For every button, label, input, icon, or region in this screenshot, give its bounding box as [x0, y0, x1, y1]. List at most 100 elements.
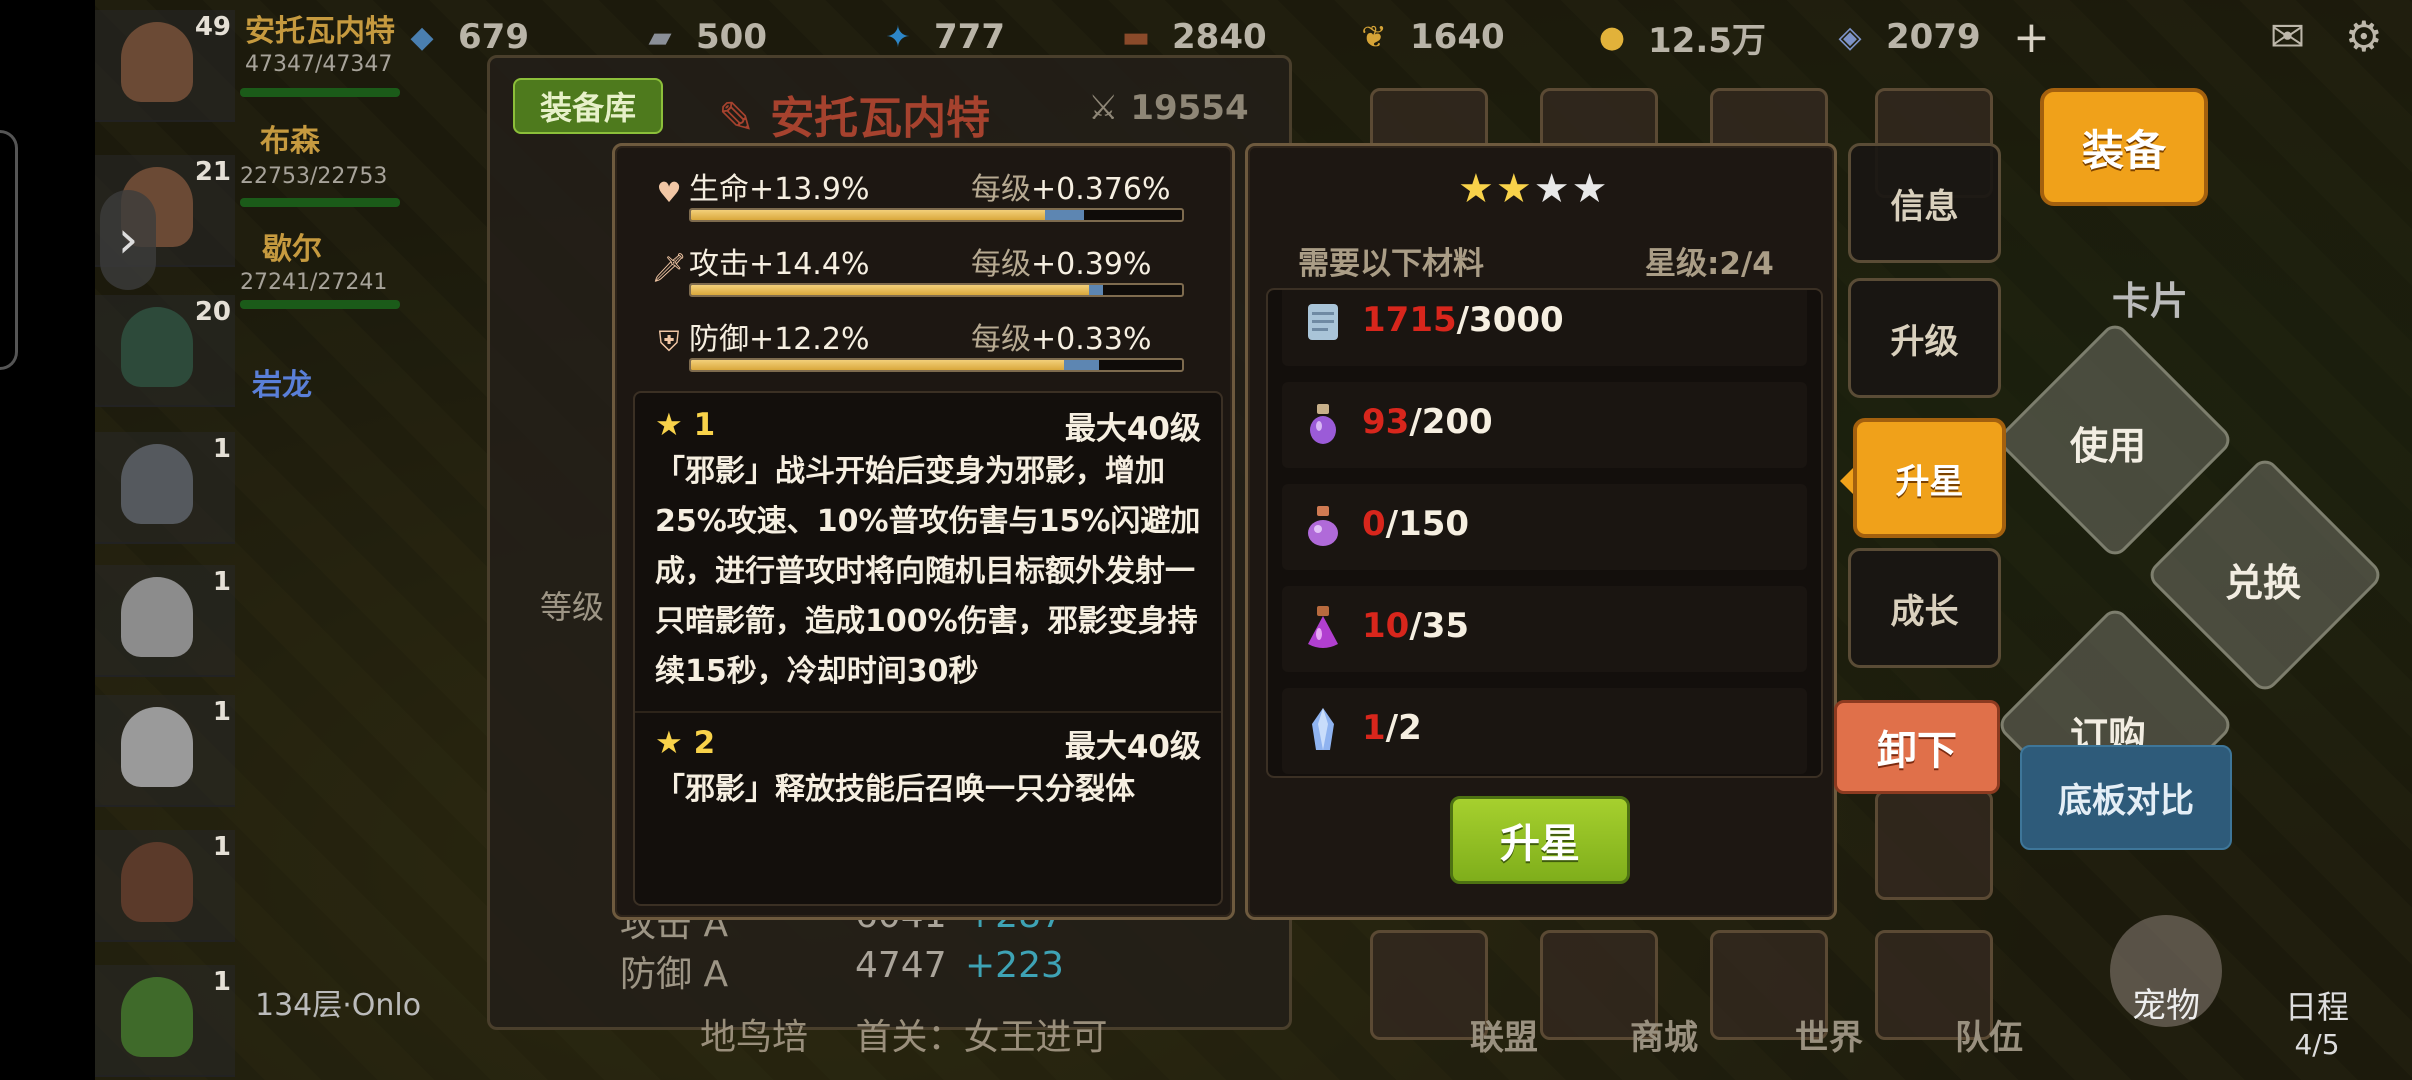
hero-slot[interactable]: 20 [95, 295, 235, 407]
material-have: 1715 [1362, 300, 1457, 340]
star-up-stats-panel: ♥ 生命+13.9% 每级+0.376% 🗡 攻击+14.4% 每级+0.39%… [612, 143, 1235, 920]
bg-defense-label: 防御 A [620, 954, 729, 995]
stat-name: 防御+12.2% [689, 314, 869, 358]
hero-hp: 47347/47347 [245, 52, 393, 77]
stat-label: 防御 [689, 322, 749, 357]
material-row: 1715/3000 [1282, 290, 1807, 366]
pet-button[interactable]: 宠物 [2110, 915, 2222, 1027]
hero-hp: 27241/27241 [240, 270, 388, 295]
skill-list[interactable]: ★ 1 最大40级 「邪影」战斗开始后变身为邪影，增加25%攻速、10%普攻伤害与… [633, 391, 1223, 906]
resource-item: ▰ 500 [638, 8, 876, 66]
resource-value: 500 [696, 17, 767, 57]
selected-hero-name: ✎ 安托瓦内特 [718, 93, 991, 144]
hero-name: 岩龙 [252, 368, 312, 403]
tab-growth[interactable]: 成长 [1848, 548, 2001, 668]
stat-name: 攻击+14.4% [689, 239, 869, 283]
per-level-label: 每级 [971, 322, 1031, 357]
nav-world[interactable]: 世界 [1795, 1010, 1863, 1059]
exchange-button[interactable]: 兑换 [2225, 552, 2301, 607]
nav-alliance[interactable]: 联盟 [1470, 1010, 1538, 1059]
material-have: 93 [1362, 402, 1410, 442]
skill-max-level: 最大40级 [1064, 410, 1201, 447]
mail-icon[interactable]: ✉ [2270, 12, 2305, 61]
stat-progress-preview [1044, 210, 1084, 220]
star-empty-icon: ★ [1533, 166, 1572, 212]
floor-label: 134层·Onlo [255, 988, 422, 1023]
hero-level: 20 [194, 297, 231, 327]
card-button[interactable]: 卡片 [2112, 270, 2188, 325]
hero-level: 1 [212, 567, 231, 597]
tab-star-up[interactable]: 升星 [1853, 418, 2006, 538]
compare-button[interactable]: 底板对比 [2020, 745, 2232, 850]
nav-shop[interactable]: 商城 [1630, 1010, 1698, 1059]
material-have: 1 [1362, 708, 1386, 748]
material-row: 10/35 [1282, 586, 1807, 672]
stat-unit: % [840, 322, 870, 357]
stat-progress-fill [691, 360, 1065, 370]
magenta-potion-icon [1302, 604, 1344, 652]
resource-item: ◈ 2079 [1828, 8, 2003, 66]
stat-unit: % [840, 172, 870, 207]
stat-label: 生命 [689, 172, 749, 207]
hero-level: 1 [212, 967, 231, 997]
material-need: /35 [1409, 606, 1470, 646]
equip-button[interactable]: 装备 [2040, 88, 2208, 206]
hero-hp: 22753/22753 [240, 164, 388, 189]
level-label: 等级 [540, 588, 605, 626]
stat-progress-fill [691, 285, 1089, 295]
hero-hp-bar [240, 300, 400, 309]
unequip-button[interactable]: 卸下 [1834, 700, 2000, 794]
resource-value: 679 [458, 17, 529, 57]
star-filled-icon: ★ [1458, 166, 1496, 212]
star-filled-icon: ★ [1495, 166, 1534, 212]
expand-arrow-icon[interactable]: › [100, 190, 156, 290]
hero-portrait [121, 842, 193, 922]
add-diamond-icon[interactable]: + [2013, 12, 2050, 63]
settings-gear-icon[interactable]: ⚙ [2345, 12, 2383, 61]
hero-slot[interactable]: 1 [95, 830, 235, 942]
per-level-unit: % [1122, 322, 1152, 357]
stat-row-defense: ⛨ 防御+12.2% 每级+0.33% [653, 314, 1213, 386]
schedule-button[interactable]: 日程 4/5 [2262, 982, 2372, 1061]
stat-value: +14.4 [749, 247, 841, 282]
resource-value: 1640 [1410, 17, 1505, 57]
per-level-label: 每级 [971, 172, 1031, 207]
stat-row-attack: 🗡 攻击+14.4% 每级+0.39% [651, 239, 1213, 311]
stat-progress-preview [1064, 360, 1099, 370]
hero-level: 1 [212, 434, 231, 464]
tab-upgrade[interactable]: 升级 [1848, 278, 2001, 398]
nav-team[interactable]: 队伍 [1955, 1010, 2023, 1059]
shield-icon: ⛨ [658, 325, 680, 358]
ore-icon: ▰ [648, 19, 672, 55]
hero-level: 1 [212, 697, 231, 727]
hero-hp-bar [240, 88, 400, 97]
resource-item: ❦ 1640 [1352, 8, 1590, 66]
tab-info[interactable]: 信息 [1848, 143, 2001, 263]
star-level: 星级:2/4 [1645, 246, 1774, 282]
hero-portrait [121, 977, 193, 1057]
resource-value: 2079 [1886, 17, 1981, 57]
heart-icon: ♥ [656, 175, 682, 209]
hero-slot[interactable]: 1 [95, 965, 235, 1077]
wheat-icon: ❦ [1361, 19, 1387, 55]
resource-item: ✦ 777 [876, 8, 1114, 66]
stat-label: 攻击 [689, 247, 749, 282]
per-level: 每级+0.33% [971, 314, 1151, 358]
hero-slot[interactable]: 1 [95, 565, 235, 677]
hero-slot[interactable]: 49 [95, 10, 235, 122]
materials-list[interactable]: 1715/3000 93/200 0/150 10/35 1/2 [1266, 288, 1823, 778]
stat-name: 生命+13.9% [689, 164, 869, 208]
hero-slot[interactable]: 1 [95, 695, 235, 807]
material-have: 10 [1362, 606, 1410, 646]
hero-slot[interactable]: 1 [95, 432, 235, 544]
equipment-slot[interactable] [1875, 790, 1993, 900]
skill-star: ★ 2 [655, 725, 716, 761]
hero-list: 49 21 20 1 1 1 1 1 [95, 0, 245, 1080]
use-button[interactable]: 使用 [2070, 415, 2146, 470]
equipment-library-tab[interactable]: 装备库 [513, 78, 663, 134]
hero-portrait [121, 577, 193, 657]
skill-divider [635, 711, 1221, 713]
star-up-button[interactable]: 升星 [1450, 796, 1630, 884]
resource-value: 777 [934, 17, 1005, 57]
hero-hp-bar [240, 198, 400, 207]
